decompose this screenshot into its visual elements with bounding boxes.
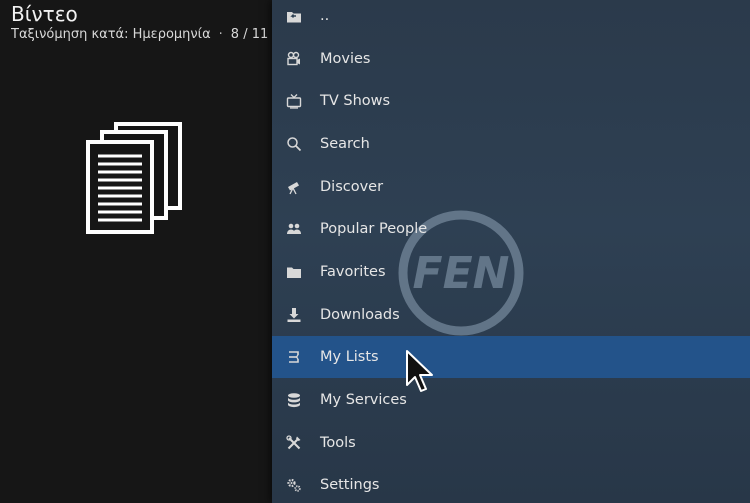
menu-item-label: .. bbox=[320, 8, 330, 24]
folder-back-icon bbox=[286, 8, 302, 24]
gears-icon bbox=[286, 477, 302, 493]
menu-item-label: Settings bbox=[320, 477, 380, 493]
folder-icon bbox=[286, 264, 302, 280]
separator: · bbox=[218, 27, 223, 42]
menu-panel: FEN .. Movies TV Shows Search Discover P… bbox=[272, 0, 750, 503]
search-icon bbox=[286, 136, 302, 152]
tv-icon bbox=[286, 93, 302, 109]
menu-item-favorites[interactable]: Favorites bbox=[272, 251, 750, 293]
menu-item-label: Popular People bbox=[320, 221, 428, 237]
item-position: 8 / 11 bbox=[230, 27, 269, 42]
sort-info: Ταξινόμηση κατά: Ημερομηνία · 8 / 11 bbox=[11, 27, 273, 42]
menu-item-parent[interactable]: .. bbox=[272, 0, 750, 37]
video-window: Βίντεο Ταξινόμηση κατά: Ημερομηνία · 8 / 1… bbox=[0, 0, 750, 503]
menu-item-label: Downloads bbox=[320, 307, 400, 323]
people-icon bbox=[286, 221, 302, 237]
list-icon bbox=[286, 349, 302, 365]
database-icon bbox=[286, 392, 302, 408]
menu-item-tv-shows[interactable]: TV Shows bbox=[272, 80, 750, 122]
menu-item-settings[interactable]: Settings bbox=[272, 464, 750, 503]
menu-item-label: My Lists bbox=[320, 349, 379, 365]
download-icon bbox=[286, 307, 302, 323]
menu-item-discover[interactable]: Discover bbox=[272, 166, 750, 208]
left-panel: Βίντεο Ταξινόμηση κατά: Ημερομηνία · 8 / 1… bbox=[0, 0, 272, 503]
film-camera-icon bbox=[286, 51, 302, 67]
menu-item-search[interactable]: Search bbox=[272, 123, 750, 165]
telescope-icon bbox=[286, 179, 302, 195]
menu-item-label: Discover bbox=[320, 179, 384, 195]
menu-item-label: Favorites bbox=[320, 264, 386, 280]
menu-item-label: My Services bbox=[320, 392, 407, 408]
menu-item-movies[interactable]: Movies bbox=[272, 38, 750, 80]
tools-icon bbox=[286, 435, 302, 451]
menu-item-popular-people[interactable]: Popular People bbox=[272, 208, 750, 250]
menu-item-tools[interactable]: Tools bbox=[272, 422, 750, 464]
menu-item-downloads[interactable]: Downloads bbox=[272, 294, 750, 336]
sort-label: Ταξινόμηση κατά: Ημερομηνία bbox=[11, 27, 211, 42]
menu-item-my-lists[interactable]: My Lists bbox=[272, 336, 750, 378]
menu-item-label: TV Shows bbox=[320, 93, 391, 109]
documents-icon bbox=[86, 122, 182, 234]
menu-item-label: Movies bbox=[320, 51, 371, 67]
menu-item-label: Search bbox=[320, 136, 370, 152]
page-title: Βίντεο bbox=[11, 2, 78, 26]
menu-item-label: Tools bbox=[320, 435, 356, 451]
menu-item-my-services[interactable]: My Services bbox=[272, 379, 750, 421]
